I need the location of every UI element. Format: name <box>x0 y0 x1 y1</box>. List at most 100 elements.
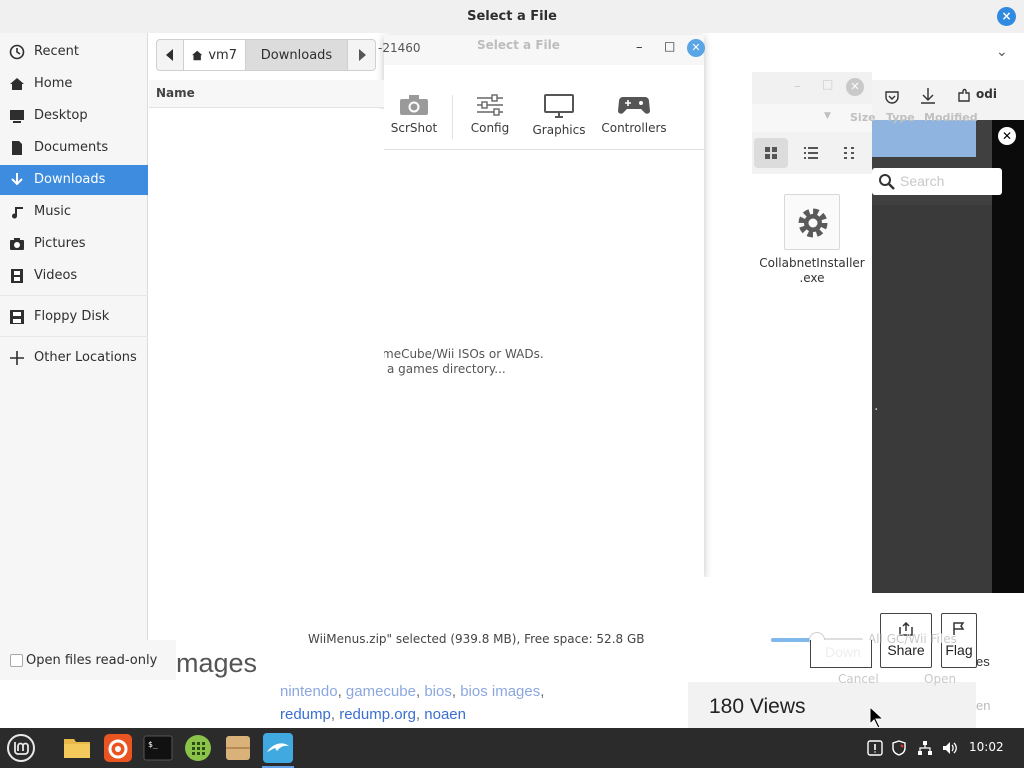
sidebar-item-label: Home <box>34 76 73 91</box>
extensions-icon[interactable] <box>956 88 972 104</box>
sidebar-item-recent[interactable]: Recent <box>0 37 148 67</box>
read-only-checkbox[interactable] <box>10 654 23 667</box>
dolphin-emulator-task[interactable] <box>262 732 294 768</box>
path-forward-button[interactable] <box>348 39 376 71</box>
notification-icon[interactable] <box>867 740 883 756</box>
path-back-button[interactable] <box>156 39 184 71</box>
message-line: meCube/Wii ISOs or WADs. <box>382 347 544 361</box>
view-switcher <box>752 132 872 174</box>
dialog-options: Open files read-only <box>0 640 176 680</box>
sidebar-item-floppy-disk[interactable]: Floppy Disk <box>0 302 148 332</box>
minimize-icon[interactable]: – <box>794 79 801 94</box>
minimize-icon[interactable]: – <box>636 40 643 55</box>
terminal-launcher[interactable]: $_ <box>142 732 174 764</box>
tag-link[interactable]: noaen <box>424 706 466 723</box>
dolphin-icon <box>263 733 293 763</box>
folder-icon <box>64 739 90 758</box>
sidebar-item-pictures[interactable]: Pictures <box>0 229 148 259</box>
tag-link[interactable]: bios images <box>460 683 540 700</box>
close-icon: × <box>1001 9 1012 23</box>
document-icon <box>12 141 22 155</box>
status-bar: WiiMenus.zip" selected (939.8 MB), Free … <box>149 626 872 654</box>
sort-chevron-icon[interactable]: ▼ <box>824 111 831 121</box>
close-icon[interactable]: ✕ <box>846 78 864 96</box>
tag-link[interactable]: gamecube <box>346 683 416 700</box>
download-button-ghost: Down <box>810 640 872 668</box>
maximize-icon[interactable]: □ <box>664 39 675 53</box>
icon-view-button[interactable] <box>754 138 788 168</box>
ghost-en: en <box>976 698 991 713</box>
tag-link[interactable]: bios <box>424 683 452 700</box>
volume-icon[interactable] <box>942 740 958 756</box>
dolphin-title: Select a File <box>477 38 560 52</box>
dialog-close-button[interactable]: × <box>997 7 1016 26</box>
home-icon <box>10 78 24 90</box>
controllers-button[interactable]: Controllers <box>599 93 669 135</box>
list-view-button[interactable] <box>793 138 827 168</box>
files-launcher[interactable] <box>61 732 93 764</box>
tag-link[interactable]: redump.org <box>339 706 416 723</box>
close-icon[interactable]: ✕ <box>687 39 705 57</box>
pocket-icon[interactable] <box>884 89 900 105</box>
gamepad-icon <box>618 97 650 114</box>
sidebar-item-label: Floppy Disk <box>34 309 110 324</box>
shield-icon[interactable] <box>891 740 907 756</box>
dolphin-titlebar: -21460 Select a File – □ ✕ <box>378 35 705 65</box>
column-size[interactable]: Size <box>850 111 876 124</box>
sidebar-item-home[interactable]: Home <box>0 69 148 99</box>
close-icon[interactable]: ✕ <box>998 127 1016 145</box>
screenshot-button[interactable]: ScrShot <box>389 93 439 135</box>
compact-view-button[interactable] <box>832 138 866 168</box>
path-current-button[interactable]: Downloads <box>246 39 348 71</box>
menu-button[interactable] <box>5 732 37 764</box>
browser-odi-fragment: odi <box>976 87 997 101</box>
svg-text:$_: $_ <box>148 740 158 749</box>
file-list[interactable] <box>149 109 384 638</box>
clock[interactable]: 10:02 <box>969 740 1004 754</box>
floppy-icon <box>10 310 24 324</box>
camera-icon <box>400 95 428 115</box>
sidebar-item-label: Recent <box>34 44 79 59</box>
firefox-launcher[interactable] <box>102 732 134 764</box>
sidebar-item-downloads[interactable]: Downloads <box>0 165 148 195</box>
sidebar-item-label: Desktop <box>34 108 88 123</box>
tool-label: Graphics <box>532 123 586 137</box>
sidebar-item-label: Pictures <box>34 236 86 251</box>
film-icon <box>11 269 23 283</box>
sidebar-item-videos[interactable]: Videos <box>0 261 148 291</box>
tag-link[interactable]: nintendo <box>280 683 338 700</box>
column-modified[interactable]: Modified <box>924 111 978 124</box>
calculator-launcher[interactable] <box>182 732 214 764</box>
column-type[interactable]: Type <box>886 111 915 124</box>
sidebar-item-desktop[interactable]: Desktop <box>0 101 148 131</box>
open-button-ghost: Open <box>924 672 957 686</box>
download-icon <box>11 173 23 186</box>
mouse-cursor-icon <box>869 706 885 728</box>
tag-link[interactable]: redump <box>280 706 331 723</box>
browser-black-panel: ✕ <box>992 120 1024 155</box>
sidebar-item-music[interactable]: Music <box>0 197 148 227</box>
maximize-icon[interactable]: □ <box>822 77 833 91</box>
path-home-button[interactable]: vm7 <box>184 39 246 71</box>
network-icon[interactable] <box>917 740 933 756</box>
sidebar-item-other-locations[interactable]: Other Locations <box>0 343 148 373</box>
browser-search-box[interactable]: Search <box>872 168 1002 195</box>
config-button[interactable]: Config <box>466 93 514 135</box>
desktop-icon <box>10 110 24 123</box>
read-only-label: Open files read-only <box>26 653 158 668</box>
file-manager-columns: ▼ Size Type Modified <box>752 104 978 132</box>
sidebar-item-label: Documents <box>34 140 109 155</box>
column-name[interactable]: Name <box>156 86 195 100</box>
graphics-button[interactable]: Graphics <box>529 93 589 137</box>
chevron-right-icon <box>358 49 366 61</box>
path-bar: vm7 Downloads <box>156 39 376 71</box>
archive-launcher[interactable] <box>222 732 254 764</box>
chevron-down-icon[interactable]: ⌄ <box>996 44 1008 60</box>
compact-icon <box>844 147 854 159</box>
sidebar-item-documents[interactable]: Documents <box>0 133 148 163</box>
message-line: a games directory... <box>387 362 506 376</box>
download-toolbar-icon[interactable] <box>920 87 936 105</box>
sidebar-item-label: Other Locations <box>34 350 137 365</box>
file-item[interactable]: CollabnetInstaller .exe <box>752 194 872 286</box>
path-current-label: Downloads <box>260 47 333 63</box>
